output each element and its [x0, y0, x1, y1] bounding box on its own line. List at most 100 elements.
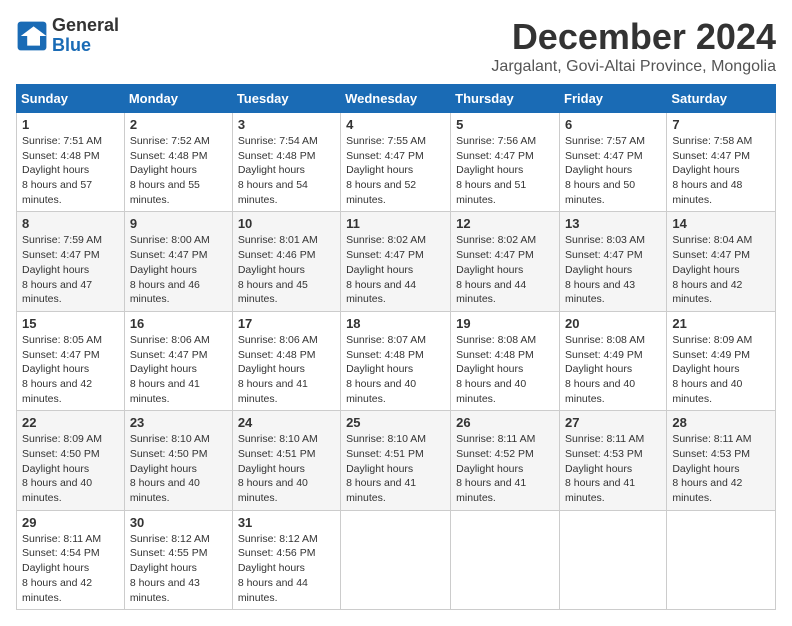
day-number: 29	[22, 515, 119, 530]
header-friday: Friday	[560, 85, 667, 113]
day-number: 22	[22, 415, 119, 430]
calendar-cell: 5 Sunrise: 7:56 AM Sunset: 4:47 PM Dayli…	[451, 113, 560, 212]
calendar-table: SundayMondayTuesdayWednesdayThursdayFrid…	[16, 84, 776, 610]
calendar-cell: 29 Sunrise: 8:11 AM Sunset: 4:54 PM Dayl…	[17, 510, 125, 609]
day-info: Sunrise: 8:02 AM Sunset: 4:47 PM Dayligh…	[346, 233, 445, 306]
day-info: Sunrise: 8:08 AM Sunset: 4:48 PM Dayligh…	[456, 333, 554, 406]
calendar-cell: 15 Sunrise: 8:05 AM Sunset: 4:47 PM Dayl…	[17, 311, 125, 410]
day-number: 20	[565, 316, 661, 331]
day-info: Sunrise: 8:11 AM Sunset: 4:53 PM Dayligh…	[672, 432, 770, 505]
calendar-cell: 13 Sunrise: 8:03 AM Sunset: 4:47 PM Dayl…	[560, 212, 667, 311]
month-title: December 2024	[491, 16, 776, 58]
calendar-cell: 23 Sunrise: 8:10 AM Sunset: 4:50 PM Dayl…	[124, 411, 232, 510]
calendar-week-4: 22 Sunrise: 8:09 AM Sunset: 4:50 PM Dayl…	[17, 411, 776, 510]
header-wednesday: Wednesday	[341, 85, 451, 113]
day-number: 4	[346, 117, 445, 132]
calendar-week-3: 15 Sunrise: 8:05 AM Sunset: 4:47 PM Dayl…	[17, 311, 776, 410]
day-info: Sunrise: 8:08 AM Sunset: 4:49 PM Dayligh…	[565, 333, 661, 406]
calendar-week-5: 29 Sunrise: 8:11 AM Sunset: 4:54 PM Dayl…	[17, 510, 776, 609]
calendar-cell: 3 Sunrise: 7:54 AM Sunset: 4:48 PM Dayli…	[232, 113, 340, 212]
logo-text: General Blue	[52, 16, 119, 56]
day-info: Sunrise: 7:51 AM Sunset: 4:48 PM Dayligh…	[22, 134, 119, 207]
calendar-cell: 22 Sunrise: 8:09 AM Sunset: 4:50 PM Dayl…	[17, 411, 125, 510]
day-info: Sunrise: 8:10 AM Sunset: 4:51 PM Dayligh…	[238, 432, 335, 505]
day-number: 30	[130, 515, 227, 530]
day-number: 26	[456, 415, 554, 430]
day-number: 11	[346, 216, 445, 231]
day-number: 3	[238, 117, 335, 132]
day-number: 12	[456, 216, 554, 231]
logo-general: General	[52, 16, 119, 36]
calendar-cell: 1 Sunrise: 7:51 AM Sunset: 4:48 PM Dayli…	[17, 113, 125, 212]
day-info: Sunrise: 8:01 AM Sunset: 4:46 PM Dayligh…	[238, 233, 335, 306]
day-number: 6	[565, 117, 661, 132]
calendar-cell: 2 Sunrise: 7:52 AM Sunset: 4:48 PM Dayli…	[124, 113, 232, 212]
day-info: Sunrise: 8:11 AM Sunset: 4:52 PM Dayligh…	[456, 432, 554, 505]
calendar-cell: 11 Sunrise: 8:02 AM Sunset: 4:47 PM Dayl…	[341, 212, 451, 311]
day-number: 24	[238, 415, 335, 430]
day-info: Sunrise: 8:06 AM Sunset: 4:48 PM Dayligh…	[238, 333, 335, 406]
day-number: 17	[238, 316, 335, 331]
day-number: 25	[346, 415, 445, 430]
day-number: 21	[672, 316, 770, 331]
calendar-cell: 4 Sunrise: 7:55 AM Sunset: 4:47 PM Dayli…	[341, 113, 451, 212]
day-number: 7	[672, 117, 770, 132]
day-number: 14	[672, 216, 770, 231]
day-number: 23	[130, 415, 227, 430]
calendar-cell: 6 Sunrise: 7:57 AM Sunset: 4:47 PM Dayli…	[560, 113, 667, 212]
day-info: Sunrise: 8:06 AM Sunset: 4:47 PM Dayligh…	[130, 333, 227, 406]
calendar-cell: 21 Sunrise: 8:09 AM Sunset: 4:49 PM Dayl…	[667, 311, 776, 410]
day-number: 2	[130, 117, 227, 132]
day-info: Sunrise: 8:04 AM Sunset: 4:47 PM Dayligh…	[672, 233, 770, 306]
day-info: Sunrise: 7:56 AM Sunset: 4:47 PM Dayligh…	[456, 134, 554, 207]
day-info: Sunrise: 8:10 AM Sunset: 4:50 PM Dayligh…	[130, 432, 227, 505]
calendar-cell: 26 Sunrise: 8:11 AM Sunset: 4:52 PM Dayl…	[451, 411, 560, 510]
day-number: 19	[456, 316, 554, 331]
calendar-cell: 20 Sunrise: 8:08 AM Sunset: 4:49 PM Dayl…	[560, 311, 667, 410]
logo: General Blue	[16, 16, 119, 56]
day-number: 28	[672, 415, 770, 430]
calendar-cell: 14 Sunrise: 8:04 AM Sunset: 4:47 PM Dayl…	[667, 212, 776, 311]
calendar-header-row: SundayMondayTuesdayWednesdayThursdayFrid…	[17, 85, 776, 113]
day-info: Sunrise: 8:09 AM Sunset: 4:49 PM Dayligh…	[672, 333, 770, 406]
day-info: Sunrise: 8:09 AM Sunset: 4:50 PM Dayligh…	[22, 432, 119, 505]
calendar-cell: 30 Sunrise: 8:12 AM Sunset: 4:55 PM Dayl…	[124, 510, 232, 609]
calendar-cell	[667, 510, 776, 609]
calendar-cell: 16 Sunrise: 8:06 AM Sunset: 4:47 PM Dayl…	[124, 311, 232, 410]
logo-blue: Blue	[52, 36, 119, 56]
calendar-cell: 17 Sunrise: 8:06 AM Sunset: 4:48 PM Dayl…	[232, 311, 340, 410]
day-info: Sunrise: 8:10 AM Sunset: 4:51 PM Dayligh…	[346, 432, 445, 505]
day-number: 18	[346, 316, 445, 331]
day-info: Sunrise: 8:02 AM Sunset: 4:47 PM Dayligh…	[456, 233, 554, 306]
day-info: Sunrise: 8:00 AM Sunset: 4:47 PM Dayligh…	[130, 233, 227, 306]
day-number: 9	[130, 216, 227, 231]
day-info: Sunrise: 7:54 AM Sunset: 4:48 PM Dayligh…	[238, 134, 335, 207]
day-info: Sunrise: 7:58 AM Sunset: 4:47 PM Dayligh…	[672, 134, 770, 207]
day-info: Sunrise: 7:55 AM Sunset: 4:47 PM Dayligh…	[346, 134, 445, 207]
calendar-cell: 18 Sunrise: 8:07 AM Sunset: 4:48 PM Dayl…	[341, 311, 451, 410]
day-info: Sunrise: 8:11 AM Sunset: 4:53 PM Dayligh…	[565, 432, 661, 505]
day-info: Sunrise: 8:12 AM Sunset: 4:56 PM Dayligh…	[238, 532, 335, 605]
title-section: December 2024 Jargalant, Govi-Altai Prov…	[491, 16, 776, 76]
calendar-cell: 28 Sunrise: 8:11 AM Sunset: 4:53 PM Dayl…	[667, 411, 776, 510]
calendar-cell: 9 Sunrise: 8:00 AM Sunset: 4:47 PM Dayli…	[124, 212, 232, 311]
calendar-cell: 27 Sunrise: 8:11 AM Sunset: 4:53 PM Dayl…	[560, 411, 667, 510]
day-number: 27	[565, 415, 661, 430]
calendar-cell: 19 Sunrise: 8:08 AM Sunset: 4:48 PM Dayl…	[451, 311, 560, 410]
day-number: 1	[22, 117, 119, 132]
day-number: 13	[565, 216, 661, 231]
calendar-cell: 31 Sunrise: 8:12 AM Sunset: 4:56 PM Dayl…	[232, 510, 340, 609]
header-tuesday: Tuesday	[232, 85, 340, 113]
day-info: Sunrise: 8:12 AM Sunset: 4:55 PM Dayligh…	[130, 532, 227, 605]
day-info: Sunrise: 8:11 AM Sunset: 4:54 PM Dayligh…	[22, 532, 119, 605]
header-thursday: Thursday	[451, 85, 560, 113]
day-number: 31	[238, 515, 335, 530]
logo-icon	[16, 20, 48, 52]
day-info: Sunrise: 7:59 AM Sunset: 4:47 PM Dayligh…	[22, 233, 119, 306]
calendar-cell: 8 Sunrise: 7:59 AM Sunset: 4:47 PM Dayli…	[17, 212, 125, 311]
day-number: 5	[456, 117, 554, 132]
day-info: Sunrise: 7:52 AM Sunset: 4:48 PM Dayligh…	[130, 134, 227, 207]
day-info: Sunrise: 8:07 AM Sunset: 4:48 PM Dayligh…	[346, 333, 445, 406]
calendar-cell: 24 Sunrise: 8:10 AM Sunset: 4:51 PM Dayl…	[232, 411, 340, 510]
calendar-cell	[560, 510, 667, 609]
